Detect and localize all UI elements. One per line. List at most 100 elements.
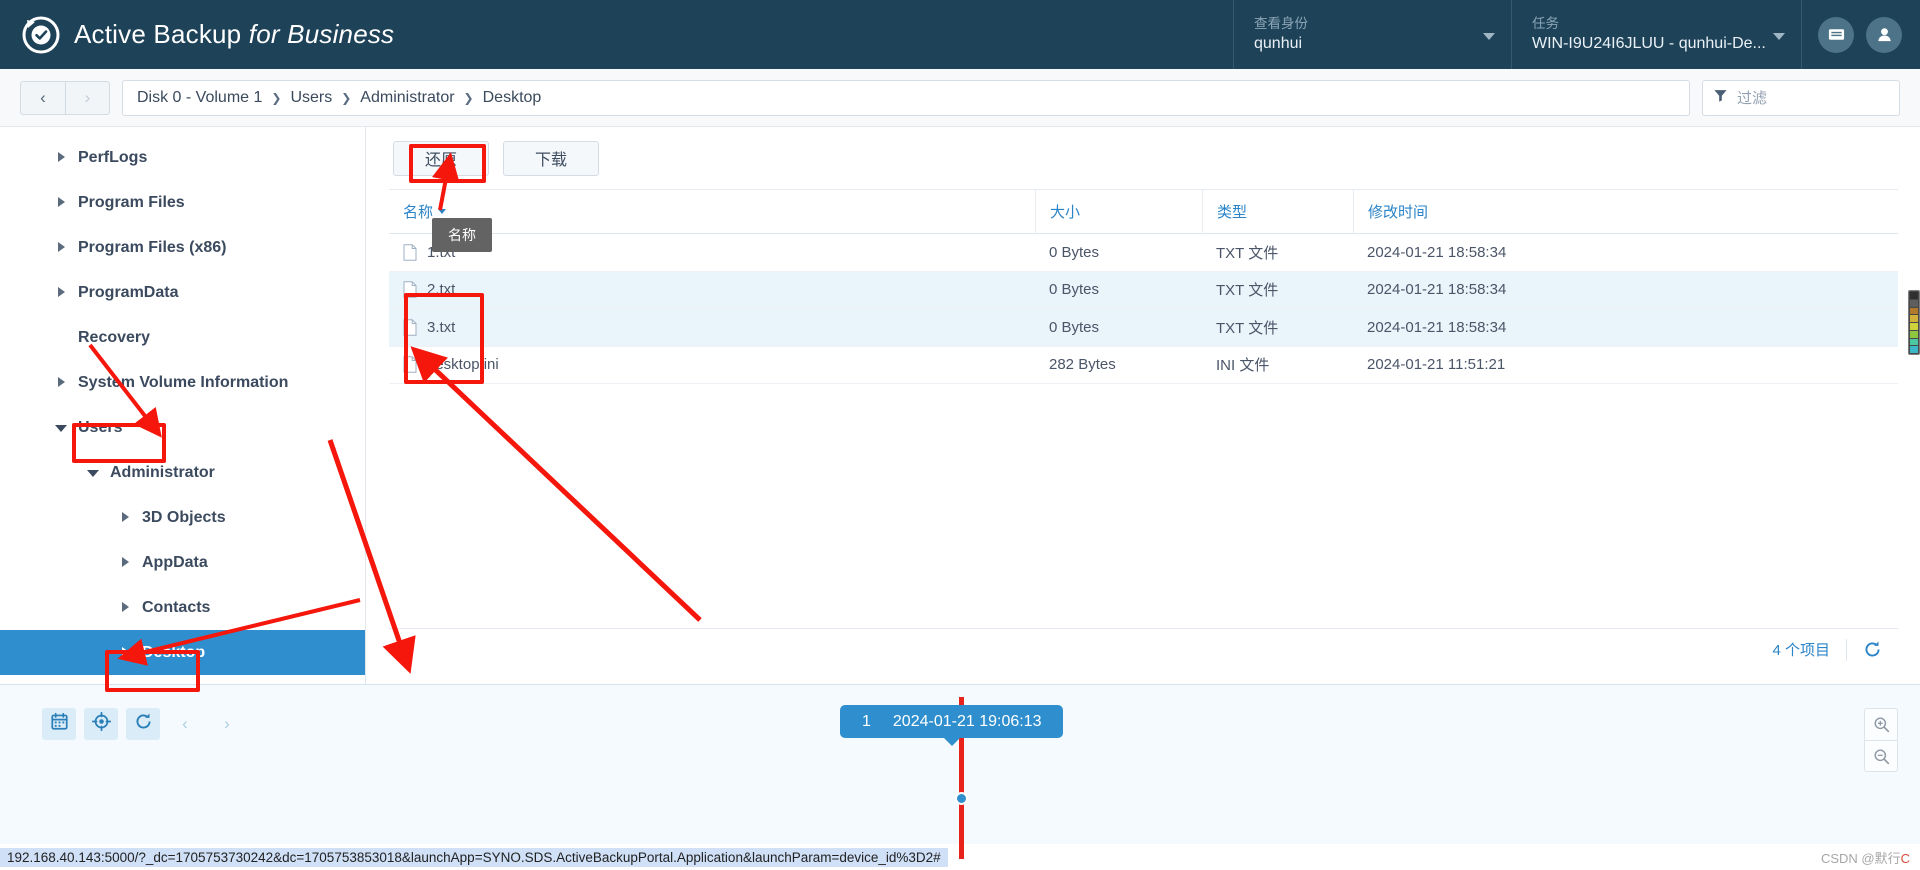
tree-item-contacts[interactable]: Contacts (0, 585, 365, 630)
refresh-icon (134, 712, 153, 736)
chevron-right-icon[interactable] (116, 644, 134, 662)
chevron-left-icon: ‹ (182, 714, 188, 733)
chevron-right-icon[interactable] (116, 599, 134, 617)
filter-input[interactable]: 过滤 (1702, 79, 1900, 116)
column-tooltip: 名称 (432, 218, 492, 252)
tree-item-label: Administrator (110, 463, 215, 481)
breadcrumb-item-3[interactable]: Desktop (483, 89, 542, 107)
cell-modified: 2024-01-21 18:58:34 (1367, 281, 1507, 299)
breadcrumb-item-0[interactable]: Disk 0 - Volume 1 (137, 89, 262, 107)
tree-item-program-files[interactable]: Program Files (0, 180, 365, 225)
timeline-version-marker[interactable]: 1 2024-01-21 19:06:13 (840, 705, 1064, 746)
column-header-modified[interactable]: 修改时间 (1353, 189, 1603, 234)
calendar-icon (50, 712, 69, 736)
tree-item-label: AppData (142, 553, 208, 571)
tree-item-program-files-x86[interactable]: Program Files (x86) (0, 225, 365, 270)
column-header-size[interactable]: 大小 (1035, 189, 1202, 234)
table-row[interactable]: 1.txt 0 Bytes TXT 文件 2024-01-21 18:58:34 (389, 234, 1898, 272)
tree-item-perflogs[interactable]: PerfLogs (0, 135, 365, 180)
funnel-icon (1713, 88, 1728, 108)
tree-item-system-volume-information[interactable]: System Volume Information (0, 360, 365, 405)
tree-item-appdata[interactable]: AppData (0, 540, 365, 585)
chevron-right-icon[interactable] (52, 284, 70, 302)
tree-item-label: System Volume Information (78, 373, 289, 391)
user-icon[interactable] (1866, 16, 1902, 53)
table-row[interactable]: 2.txt 0 Bytes TXT 文件 2024-01-21 18:58:34 (389, 271, 1898, 309)
vertical-scrollbar[interactable] (1908, 290, 1920, 355)
breadcrumb-item-2[interactable]: Administrator (360, 89, 454, 107)
breadcrumb[interactable]: Disk 0 - Volume 1 ❯ Users ❯ Administrator ❯ De… (122, 79, 1690, 116)
calendar-button[interactable] (42, 708, 76, 740)
task-value: WIN-I9U24I6JLUU - qunhui-De... (1532, 35, 1765, 52)
tree-item-label: Program Files (78, 193, 185, 211)
chevron-right-icon[interactable] (116, 554, 134, 572)
zoom-in-icon[interactable] (1864, 708, 1898, 740)
timeline-marker-timestamp: 2024-01-21 19:06:13 (892, 712, 1042, 730)
cell-size: 282 Bytes (1049, 356, 1116, 374)
chevron-down-icon[interactable] (52, 419, 70, 437)
restore-button[interactable]: 还原 (393, 140, 489, 176)
identity-value: qunhui (1254, 35, 1303, 52)
file-name-label: 3.txt (427, 318, 456, 336)
cell-size: 0 Bytes (1049, 281, 1100, 299)
item-count: 4 个项目 (1772, 642, 1830, 659)
cell-type: TXT 文件 (1216, 282, 1279, 300)
watermark: CSDN @默行C (1821, 848, 1910, 867)
cell-type: TXT 文件 (1216, 319, 1279, 337)
header-icon-group (1801, 0, 1920, 69)
identity-selector[interactable]: 查看身份 qunhui (1233, 0, 1511, 69)
file-table-body: 1.txt 0 Bytes TXT 文件 2024-01-21 18:58:34 2.t… (389, 234, 1898, 384)
chevron-right-icon[interactable] (52, 239, 70, 257)
locate-button[interactable] (84, 708, 118, 740)
tree-item-label: Desktop (142, 643, 206, 661)
chevron-right-icon[interactable] (52, 194, 70, 212)
zoom-out-icon[interactable] (1864, 740, 1898, 772)
task-label: 任务 (1532, 16, 1559, 31)
file-table: 名称 大小 类型 修改时间 1.txt 0 Bytes TXT 文件 2024-01-… (389, 189, 1898, 384)
download-button[interactable]: 下载 (503, 140, 599, 176)
cell-name: 3.txt (389, 319, 1035, 336)
tree-item-programdata[interactable]: ProgramData (0, 270, 365, 315)
tree-item-administrator[interactable]: Administrator (0, 450, 365, 495)
tree-item-label: 3D Objects (142, 508, 226, 526)
cell-name: 2.txt (389, 281, 1035, 298)
chevron-right-icon[interactable] (52, 149, 70, 167)
refresh-icon[interactable] (1847, 640, 1898, 659)
tree-item-desktop[interactable]: Desktop (0, 630, 365, 675)
tree-item-3d-objects[interactable]: 3D Objects (0, 495, 365, 540)
message-icon[interactable] (1818, 16, 1854, 53)
tree-item-recovery[interactable]: Recovery (0, 315, 365, 360)
back-button[interactable]: ‹ (20, 80, 65, 115)
column-header-type[interactable]: 类型 (1202, 189, 1353, 234)
chevron-down-icon[interactable] (84, 464, 102, 482)
tree-item-label: Users (78, 418, 123, 436)
tree-item-label: Recovery (78, 328, 151, 346)
tree-item-users[interactable]: Users (0, 405, 365, 450)
prev-button: ‹ (168, 708, 202, 740)
chevron-right-icon: › (224, 714, 230, 733)
refresh-button[interactable] (126, 708, 160, 740)
chevron-right-icon[interactable] (52, 374, 70, 392)
column-header-name-label: 名称 (403, 204, 434, 221)
task-selector[interactable]: 任务 WIN-I9U24I6JLUU - qunhui-De... (1511, 0, 1801, 69)
breadcrumb-item-1[interactable]: Users (290, 89, 332, 107)
watermark-suffix: C (1900, 851, 1910, 866)
cell-size: 0 Bytes (1049, 243, 1100, 261)
table-row[interactable]: 3.txt 0 Bytes TXT 文件 2024-01-21 18:58:34 (389, 309, 1898, 347)
sort-descending-icon (438, 209, 447, 214)
header-spacer (394, 0, 1233, 69)
forward-button[interactable]: › (65, 80, 110, 115)
status-url: 192.168.40.143:5000/?_dc=1705753730242&d… (0, 847, 948, 867)
brand-title: Active Backup for Business (74, 19, 394, 50)
chevron-right-icon[interactable] (116, 509, 134, 527)
brand: Active Backup for Business (0, 0, 394, 69)
cell-type: INI 文件 (1216, 357, 1270, 375)
timeline-marker-dot[interactable] (955, 792, 968, 805)
table-row[interactable]: desktop.ini 282 Bytes INI 文件 2024-01-21 11:… (389, 347, 1898, 384)
breadcrumb-bar: ‹ › Disk 0 - Volume 1 ❯ Users ❯ Administrato… (0, 69, 1920, 127)
cell-modified: 2024-01-21 18:58:34 (1367, 243, 1507, 261)
next-button: › (210, 708, 244, 740)
folder-tree-sidebar[interactable]: PerfLogs Program Files Program Files (x86)… (0, 127, 366, 684)
file-table-footer: 4 个项目 (389, 628, 1898, 670)
file-icon (403, 318, 417, 336)
